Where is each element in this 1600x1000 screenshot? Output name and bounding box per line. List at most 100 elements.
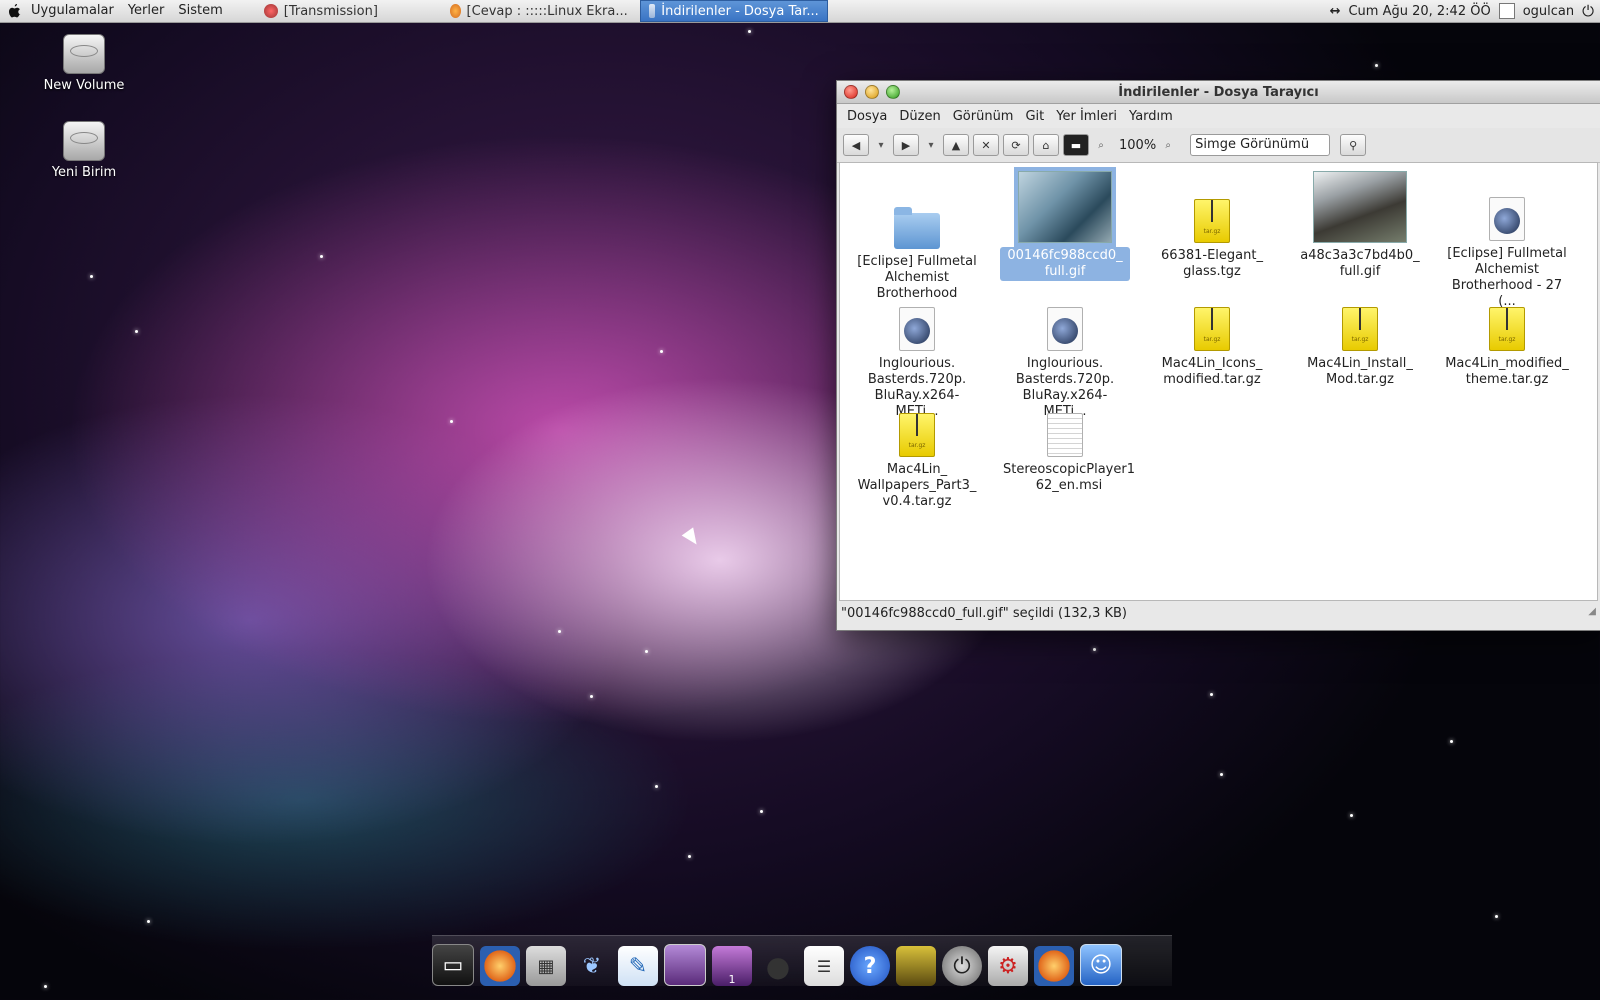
pidgin-icon[interactable]: ❦: [572, 946, 612, 986]
zoom-level[interactable]: 100%: [1119, 138, 1156, 153]
firefox-icon[interactable]: [480, 946, 520, 986]
apple-icon[interactable]: [6, 3, 22, 19]
file-item[interactable]: 66381-Elegant_ glass.tgz: [1147, 199, 1277, 281]
maximize-icon[interactable]: [886, 85, 900, 99]
folder-icon: [648, 4, 656, 18]
workspace-badge: 1: [728, 973, 736, 986]
task-label: [Transmission]: [283, 3, 378, 19]
file-item[interactable]: 00146fc988ccd0_ full.gif: [1000, 167, 1130, 281]
zoom-in-icon[interactable]: ⌕: [1160, 140, 1176, 151]
menu-bookmarks[interactable]: Yer İmleri: [1050, 109, 1123, 124]
back-history-dropdown-icon[interactable]: ▾: [873, 140, 889, 151]
shutdown-icon[interactable]: ⏻: [1582, 2, 1594, 20]
file-item[interactable]: Mac4Lin_Icons_ modified.tar.gz: [1147, 307, 1277, 389]
menu-edit[interactable]: Düzen: [893, 109, 946, 124]
calculator-icon[interactable]: ▦: [526, 946, 566, 986]
file-name: StereoscopicPlayer1 62_en.msi: [1003, 462, 1135, 493]
image-thumbnail: [1313, 171, 1407, 243]
document-icon: [1047, 413, 1083, 457]
file-item[interactable]: Mac4Lin_ Wallpapers_Part3_ v0.4.tar.gz: [852, 413, 982, 511]
firefox-icon: [449, 4, 461, 18]
user-checkbox-icon: [1498, 3, 1515, 19]
hard-drive-icon: [63, 121, 105, 161]
video-file-icon: [1047, 307, 1083, 351]
file-item[interactable]: [Eclipse] Fullmetal Alchemist Brotherhoo…: [1442, 197, 1572, 311]
status-text: "00146fc988ccd0_full.gif" seçildi (132,3…: [841, 606, 1127, 621]
resize-grip-icon[interactable]: ◢: [1588, 598, 1596, 626]
task-file-browser[interactable]: İndirilenler - Dosya Tar...: [639, 0, 828, 22]
file-name: Inglourious. Basterds.720p. BluRay.x264-…: [1015, 356, 1115, 419]
terminal-icon[interactable]: ▭: [432, 944, 474, 986]
close-icon[interactable]: [844, 85, 858, 99]
file-item[interactable]: Mac4Lin_Install_ Mod.tar.gz: [1295, 307, 1425, 389]
file-item[interactable]: Inglourious. Basterds.720p. BluRay.x264-…: [852, 307, 982, 421]
file-name: Mac4Lin_ Wallpapers_Part3_ v0.4.tar.gz: [857, 462, 977, 509]
folder-icon: [894, 207, 940, 249]
back-button[interactable]: ◀: [843, 134, 869, 156]
home-button[interactable]: ⌂: [1033, 134, 1059, 156]
file-name: Mac4Lin_modified_ theme.tar.gz: [1445, 356, 1569, 387]
file-item[interactable]: [Eclipse] Fullmetal Alchemist Brotherhoo…: [852, 177, 982, 303]
power-icon[interactable]: ⏻: [942, 946, 982, 986]
desktop-icon-label: Yeni Birim: [51, 165, 117, 180]
forward-button[interactable]: ▶: [893, 134, 919, 156]
minimize-icon[interactable]: [865, 85, 879, 99]
file-browser-window: İndirilenler - Dosya Tarayıcı Dosya Düze…: [836, 80, 1600, 631]
dock: ▭ ▦ ❦ ✎ 1 ● ☰ ? ⏻ ⚙ ☺: [432, 935, 1172, 986]
window-toolbar: ◀ ▾ ▶ ▾ ▲ ✕ ⟳ ⌂ ▬ ⌕ 100% ⌕ Simge Görünüm…: [837, 128, 1600, 163]
task-transmission[interactable]: [Transmission]: [256, 1, 432, 21]
help-icon[interactable]: ?: [850, 946, 890, 986]
search-button[interactable]: ⚲: [1340, 134, 1367, 156]
file-name: [Eclipse] Fullmetal Alchemist Brotherhoo…: [1447, 246, 1567, 309]
desktop-drive-yeni-birim[interactable]: Yeni Birim: [34, 121, 134, 180]
up-button[interactable]: ▲: [943, 134, 969, 156]
photo-viewer-icon[interactable]: [896, 946, 936, 986]
file-item[interactable]: StereoscopicPlayer1 62_en.msi: [1000, 413, 1135, 495]
computer-button[interactable]: ▬: [1063, 134, 1089, 156]
text-editor-icon[interactable]: ☰: [804, 946, 844, 986]
video-file-icon: [899, 307, 935, 351]
menu-places[interactable]: Yerler: [121, 0, 172, 22]
task-label: İndirilenler - Dosya Tar...: [661, 3, 819, 19]
apple-icon[interactable]: ●: [758, 946, 798, 986]
status-bar: "00146fc988ccd0_full.gif" seçildi (132,3…: [837, 600, 1600, 630]
menu-system[interactable]: Sistem: [171, 0, 229, 22]
task-label: [Cevap : :::::Linux Ekra...: [466, 3, 628, 19]
file-item[interactable]: Inglourious. Basterds.720p. BluRay.x264-…: [1000, 307, 1130, 421]
menu-file[interactable]: Dosya: [841, 109, 893, 124]
top-panel: Uygulamalar Yerler Sistem [Transmission]…: [0, 0, 1600, 23]
file-name: Inglourious. Basterds.720p. BluRay.x264-…: [867, 356, 967, 419]
mouse-cursor-icon: [681, 527, 703, 549]
forward-history-dropdown-icon[interactable]: ▾: [923, 140, 939, 151]
view-mode-select[interactable]: Simge Görünümü: [1190, 134, 1331, 156]
menu-applications[interactable]: Uygulamalar: [24, 0, 121, 22]
finder-icon[interactable]: ☺: [1080, 944, 1122, 986]
archive-icon: [1194, 199, 1230, 243]
file-name: 66381-Elegant_ glass.tgz: [1161, 248, 1263, 279]
file-item[interactable]: a48c3a3c7bd4b0_ full.gif: [1295, 171, 1425, 281]
user-name[interactable]: ogulcan: [1523, 4, 1574, 19]
network-arrows-icon[interactable]: ↔: [1330, 4, 1341, 19]
search-icon: ⚲: [1349, 138, 1358, 152]
clock[interactable]: Cum Ağu 20, 2:42 ÖÖ: [1348, 4, 1490, 19]
archive-icon: [1194, 307, 1230, 351]
image-thumbnail: [1014, 167, 1116, 247]
system-prefs-icon[interactable]: ⚙: [988, 946, 1028, 986]
menu-go[interactable]: Git: [1019, 109, 1050, 124]
inkscape-icon[interactable]: ✎: [618, 946, 658, 986]
file-icon-view[interactable]: [Eclipse] Fullmetal Alchemist Brotherhoo…: [839, 162, 1598, 601]
file-item[interactable]: Mac4Lin_modified_ theme.tar.gz: [1442, 307, 1572, 389]
workspace-switcher-icon[interactable]: 1: [712, 946, 752, 986]
desktop-drive-new-volume[interactable]: New Volume: [34, 34, 134, 93]
wallpaper-icon[interactable]: [664, 944, 706, 986]
stop-button[interactable]: ✕: [973, 134, 999, 156]
window-title: İndirilenler - Dosya Tarayıcı: [1118, 84, 1319, 100]
menu-view[interactable]: Görünüm: [947, 109, 1020, 124]
window-titlebar[interactable]: İndirilenler - Dosya Tarayıcı: [837, 81, 1600, 104]
menu-help[interactable]: Yardım: [1123, 109, 1179, 124]
reload-button[interactable]: ⟳: [1003, 134, 1029, 156]
task-firefox[interactable]: [Cevap : :::::Linux Ekra...: [442, 1, 636, 21]
zoom-out-icon[interactable]: ⌕: [1093, 140, 1109, 151]
file-name: Mac4Lin_Icons_ modified.tar.gz: [1161, 356, 1263, 387]
firefox-icon[interactable]: [1034, 946, 1074, 986]
